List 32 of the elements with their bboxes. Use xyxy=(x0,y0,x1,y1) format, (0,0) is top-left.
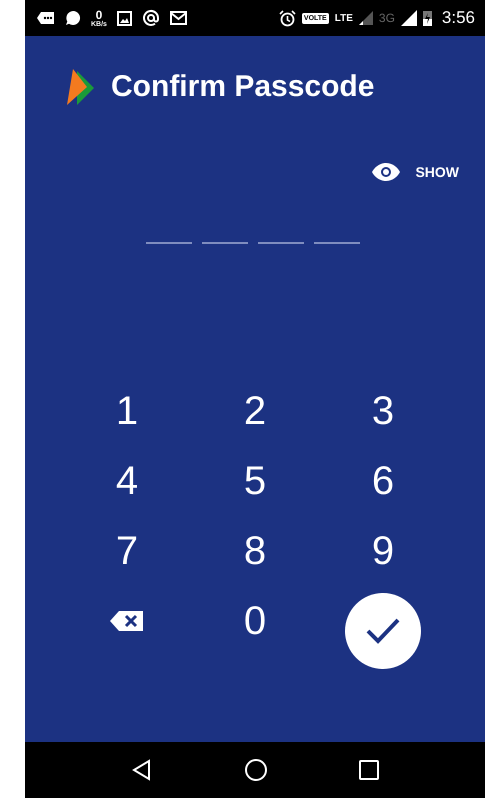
eye-icon xyxy=(371,162,402,182)
digit-key[interactable]: 3 xyxy=(333,384,433,438)
backspace-icon xyxy=(109,609,145,633)
mail-icon xyxy=(170,11,187,25)
digit-key[interactable]: 5 xyxy=(205,454,305,508)
digit-key[interactable]: 0 xyxy=(205,594,305,648)
network-type: 3G xyxy=(378,11,395,25)
back-icon[interactable] xyxy=(130,759,153,781)
at-sign-icon xyxy=(142,9,160,27)
recent-apps-icon[interactable] xyxy=(359,760,380,780)
show-toggle[interactable]: SHOW xyxy=(371,162,459,182)
chat-bubble-icon xyxy=(65,10,81,26)
message-icon xyxy=(37,11,55,25)
signal-icon xyxy=(400,10,417,26)
checkmark-icon xyxy=(365,617,401,645)
clock-time: 3:56 xyxy=(442,8,475,28)
digit-key[interactable]: 8 xyxy=(205,524,305,578)
digit-key[interactable]: 7 xyxy=(77,524,177,578)
digit-key[interactable]: 9 xyxy=(333,524,433,578)
digit-key[interactable]: 2 xyxy=(205,384,305,438)
speed-value: 0 xyxy=(96,8,102,20)
battery-charging-icon xyxy=(422,10,432,26)
digit-key[interactable]: 6 xyxy=(333,454,433,508)
alarm-clock-icon xyxy=(278,10,296,26)
network-type: LTE xyxy=(334,12,353,24)
digit-key[interactable]: 1 xyxy=(77,384,177,438)
digit-key[interactable]: 4 xyxy=(77,454,177,508)
image-icon xyxy=(116,10,132,26)
signal-icon xyxy=(358,11,373,25)
home-icon[interactable] xyxy=(244,758,268,782)
logo-icon xyxy=(67,67,95,107)
screen-title: Confirm Passcode xyxy=(111,70,374,104)
